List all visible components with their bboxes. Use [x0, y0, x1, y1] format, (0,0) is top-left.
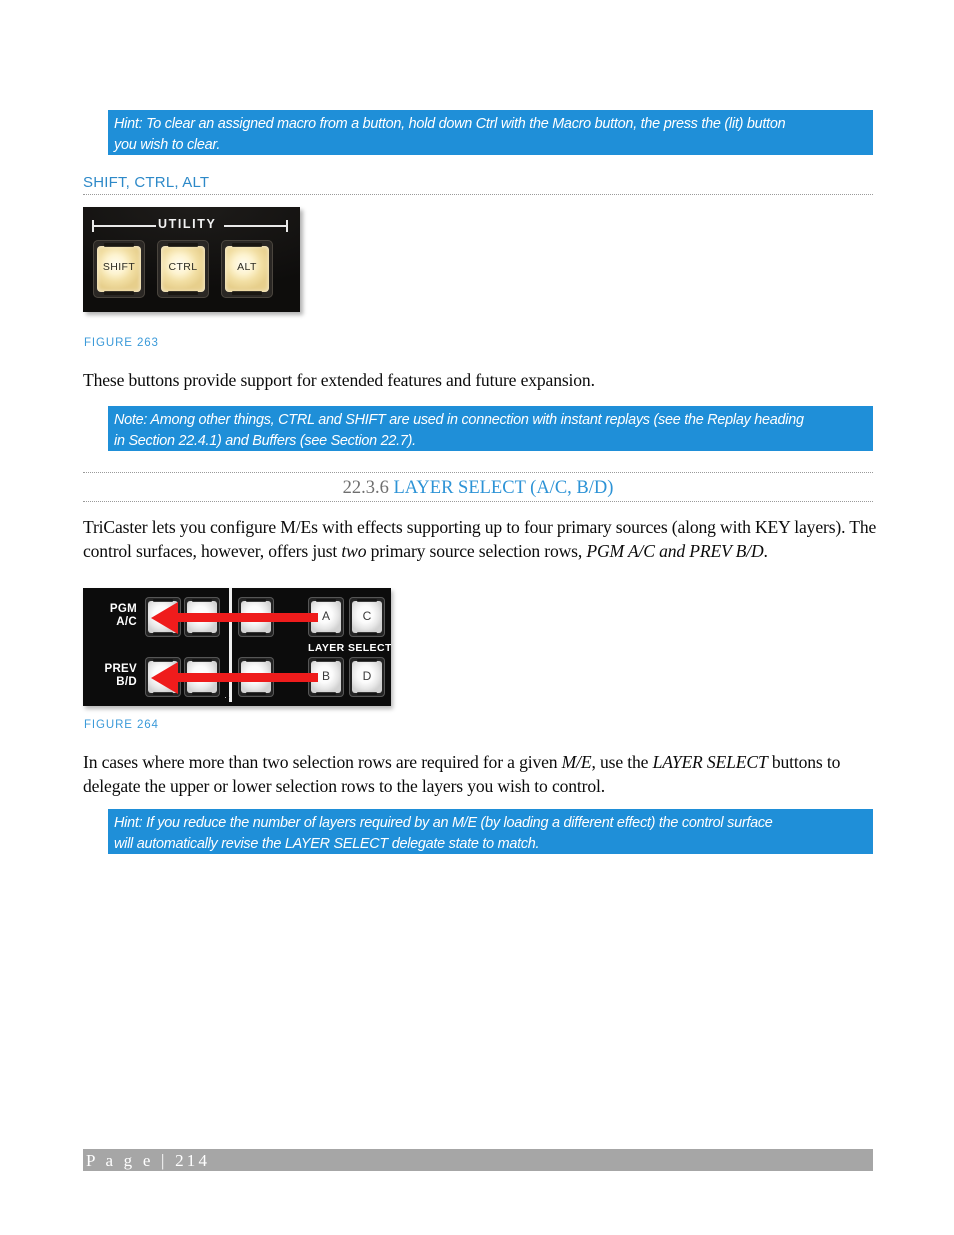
row-label-prev-line-1: PREV: [104, 663, 137, 675]
section-number: 22.3.6: [342, 478, 389, 498]
annotation-arrow-upper-shaft: [178, 613, 318, 622]
layer-c-label: C: [362, 609, 372, 623]
shift-button-label: SHIFT: [102, 261, 136, 273]
layer-upper-extra-notch-top: [246, 599, 266, 602]
utility-rule-cap-right: [286, 220, 288, 232]
hint-clear-macro-line-1: Hint: To clear an assigned macro from a …: [114, 116, 786, 132]
paragraph-2-emphasis-two: two: [341, 541, 367, 561]
divider-above-section-heading: [83, 472, 873, 473]
paragraph-primary-sources: TriCaster lets you configure M/Es with e…: [83, 515, 883, 563]
divider-under-subheading: [83, 194, 873, 195]
layer-lower-extra-notch-bottom: [246, 692, 266, 695]
paragraph-3-emphasis-me: M/E: [561, 752, 592, 772]
section-heading-layer-select: 22.3.6 LAYER SELECT (A/C, B/D): [83, 475, 873, 501]
hint-clear-macro-line-2: you wish to clear.: [114, 137, 221, 153]
annotation-arrow-upper-head: [151, 601, 178, 634]
row-label-prev-line-2: B/D: [116, 676, 137, 688]
panel-divider-dots: ··: [224, 692, 232, 702]
figure-264-caption: FIGURE 264: [84, 719, 159, 731]
row-label-pgm-line-2: A/C: [116, 616, 137, 628]
paragraph-2-line-2-part-c: .: [763, 541, 768, 561]
shift-button-notch-top: [104, 243, 134, 247]
layer-upper-extra-notch-bottom: [246, 632, 266, 635]
figure-263-utility-panel: UTILITY SHIFT CTRL ALT: [83, 207, 300, 312]
utility-button-alt[interactable]: ALT: [221, 240, 273, 298]
paragraph-2-emphasis-rows: PGM A/C and PREV B/D: [586, 541, 764, 561]
layer-select-button-d[interactable]: D: [349, 657, 385, 697]
row-label-pgm-ac: PGM A/C: [89, 603, 137, 629]
paragraph-3-line-2: delegate the upper or lower selection ro…: [83, 776, 605, 796]
paragraph-3-part-b: , use the: [591, 752, 653, 772]
utility-button-ctrl[interactable]: CTRL: [157, 240, 209, 298]
layer-select-button-c[interactable]: C: [349, 597, 385, 637]
paragraph-2-line-2-part-b: primary source selection rows,: [366, 541, 587, 561]
shift-button-notch-bottom: [104, 291, 134, 295]
layer-c-notch-top: [357, 599, 377, 602]
utility-rule-left: [94, 225, 156, 227]
annotation-arrow-lower-head: [151, 661, 178, 694]
pgm-source-2-notch-bottom: [192, 632, 212, 635]
document-page: Hint: To clear an assigned macro from a …: [0, 0, 954, 1235]
note-ctrl-shift-line-2: in Section 22.4.1) and Buffers (see Sect…: [114, 433, 416, 449]
layer-b-notch-top: [316, 659, 336, 662]
paragraph-3-part-c: buttons to: [767, 752, 841, 772]
utility-panel-label: UTILITY: [158, 217, 217, 231]
paragraph-3-part-a: In cases where more than two selection r…: [83, 752, 562, 772]
layer-d-notch-bottom: [357, 692, 377, 695]
paragraph-layer-select-usage: In cases where more than two selection r…: [83, 750, 883, 798]
pgm-source-2-notch-top: [192, 599, 212, 602]
hint-layers-line-2: will automatically revise the LAYER SELE…: [114, 836, 540, 852]
figure-263-caption: FIGURE 263: [84, 337, 159, 349]
panel-divider: [229, 588, 232, 702]
layer-select-label: LAYER SELECT: [308, 642, 391, 654]
utility-label-row: UTILITY: [92, 217, 288, 233]
hint-callout-clear-macro: Hint: To clear an assigned macro from a …: [108, 110, 873, 155]
row-label-prev-bd: PREV B/D: [89, 663, 137, 689]
alt-button-label: ALT: [237, 261, 257, 273]
utility-button-shift[interactable]: SHIFT: [93, 240, 145, 298]
ctrl-button-notch-top: [168, 243, 198, 247]
layer-d-label: D: [362, 669, 372, 683]
prev-source-2-notch-bottom: [192, 692, 212, 695]
layer-d-notch-top: [357, 659, 377, 662]
paragraph-buttons-support: These buttons provide support for extend…: [83, 370, 595, 390]
hint-callout-layer-reduction: Hint: If you reduce the number of layers…: [108, 809, 873, 854]
subheading-shift-ctrl-alt: SHIFT, CTRL, ALT: [83, 174, 210, 191]
layer-a-notch-bottom: [316, 632, 336, 635]
layer-b-notch-bottom: [316, 692, 336, 695]
divider-below-section-heading: [83, 501, 873, 502]
ctrl-button-notch-bottom: [168, 291, 198, 295]
note-callout-ctrl-shift: Note: Among other things, CTRL and SHIFT…: [108, 406, 873, 451]
page-number-footer: P a g e | 214: [86, 1151, 211, 1170]
utility-rule-right: [224, 225, 286, 227]
annotation-arrow-lower-shaft: [178, 673, 318, 682]
layer-c-notch-bottom: [357, 632, 377, 635]
layer-a-notch-top: [316, 599, 336, 602]
note-ctrl-shift-line-1: Note: Among other things, CTRL and SHIFT…: [114, 412, 804, 428]
paragraph-2-line-1: TriCaster lets you configure M/Es with e…: [83, 517, 846, 537]
paragraph-3-emphasis-layer-select: LAYER SELECT: [652, 752, 768, 772]
ctrl-button-label: CTRL: [168, 261, 198, 273]
alt-button-notch-bottom: [232, 291, 262, 295]
alt-button-notch-top: [232, 243, 262, 247]
layer-lower-extra-notch-top: [246, 659, 266, 662]
section-title: LAYER SELECT (A/C, B/D): [393, 478, 614, 498]
prev-source-2-notch-top: [192, 659, 212, 662]
figure-264-layer-select-panel: PGM A/C PREV B/D ·· A C LAYER SELECT B D: [83, 588, 391, 706]
hint-layers-line-1: Hint: If you reduce the number of layers…: [114, 815, 773, 831]
row-label-pgm-line-1: PGM: [109, 603, 137, 615]
